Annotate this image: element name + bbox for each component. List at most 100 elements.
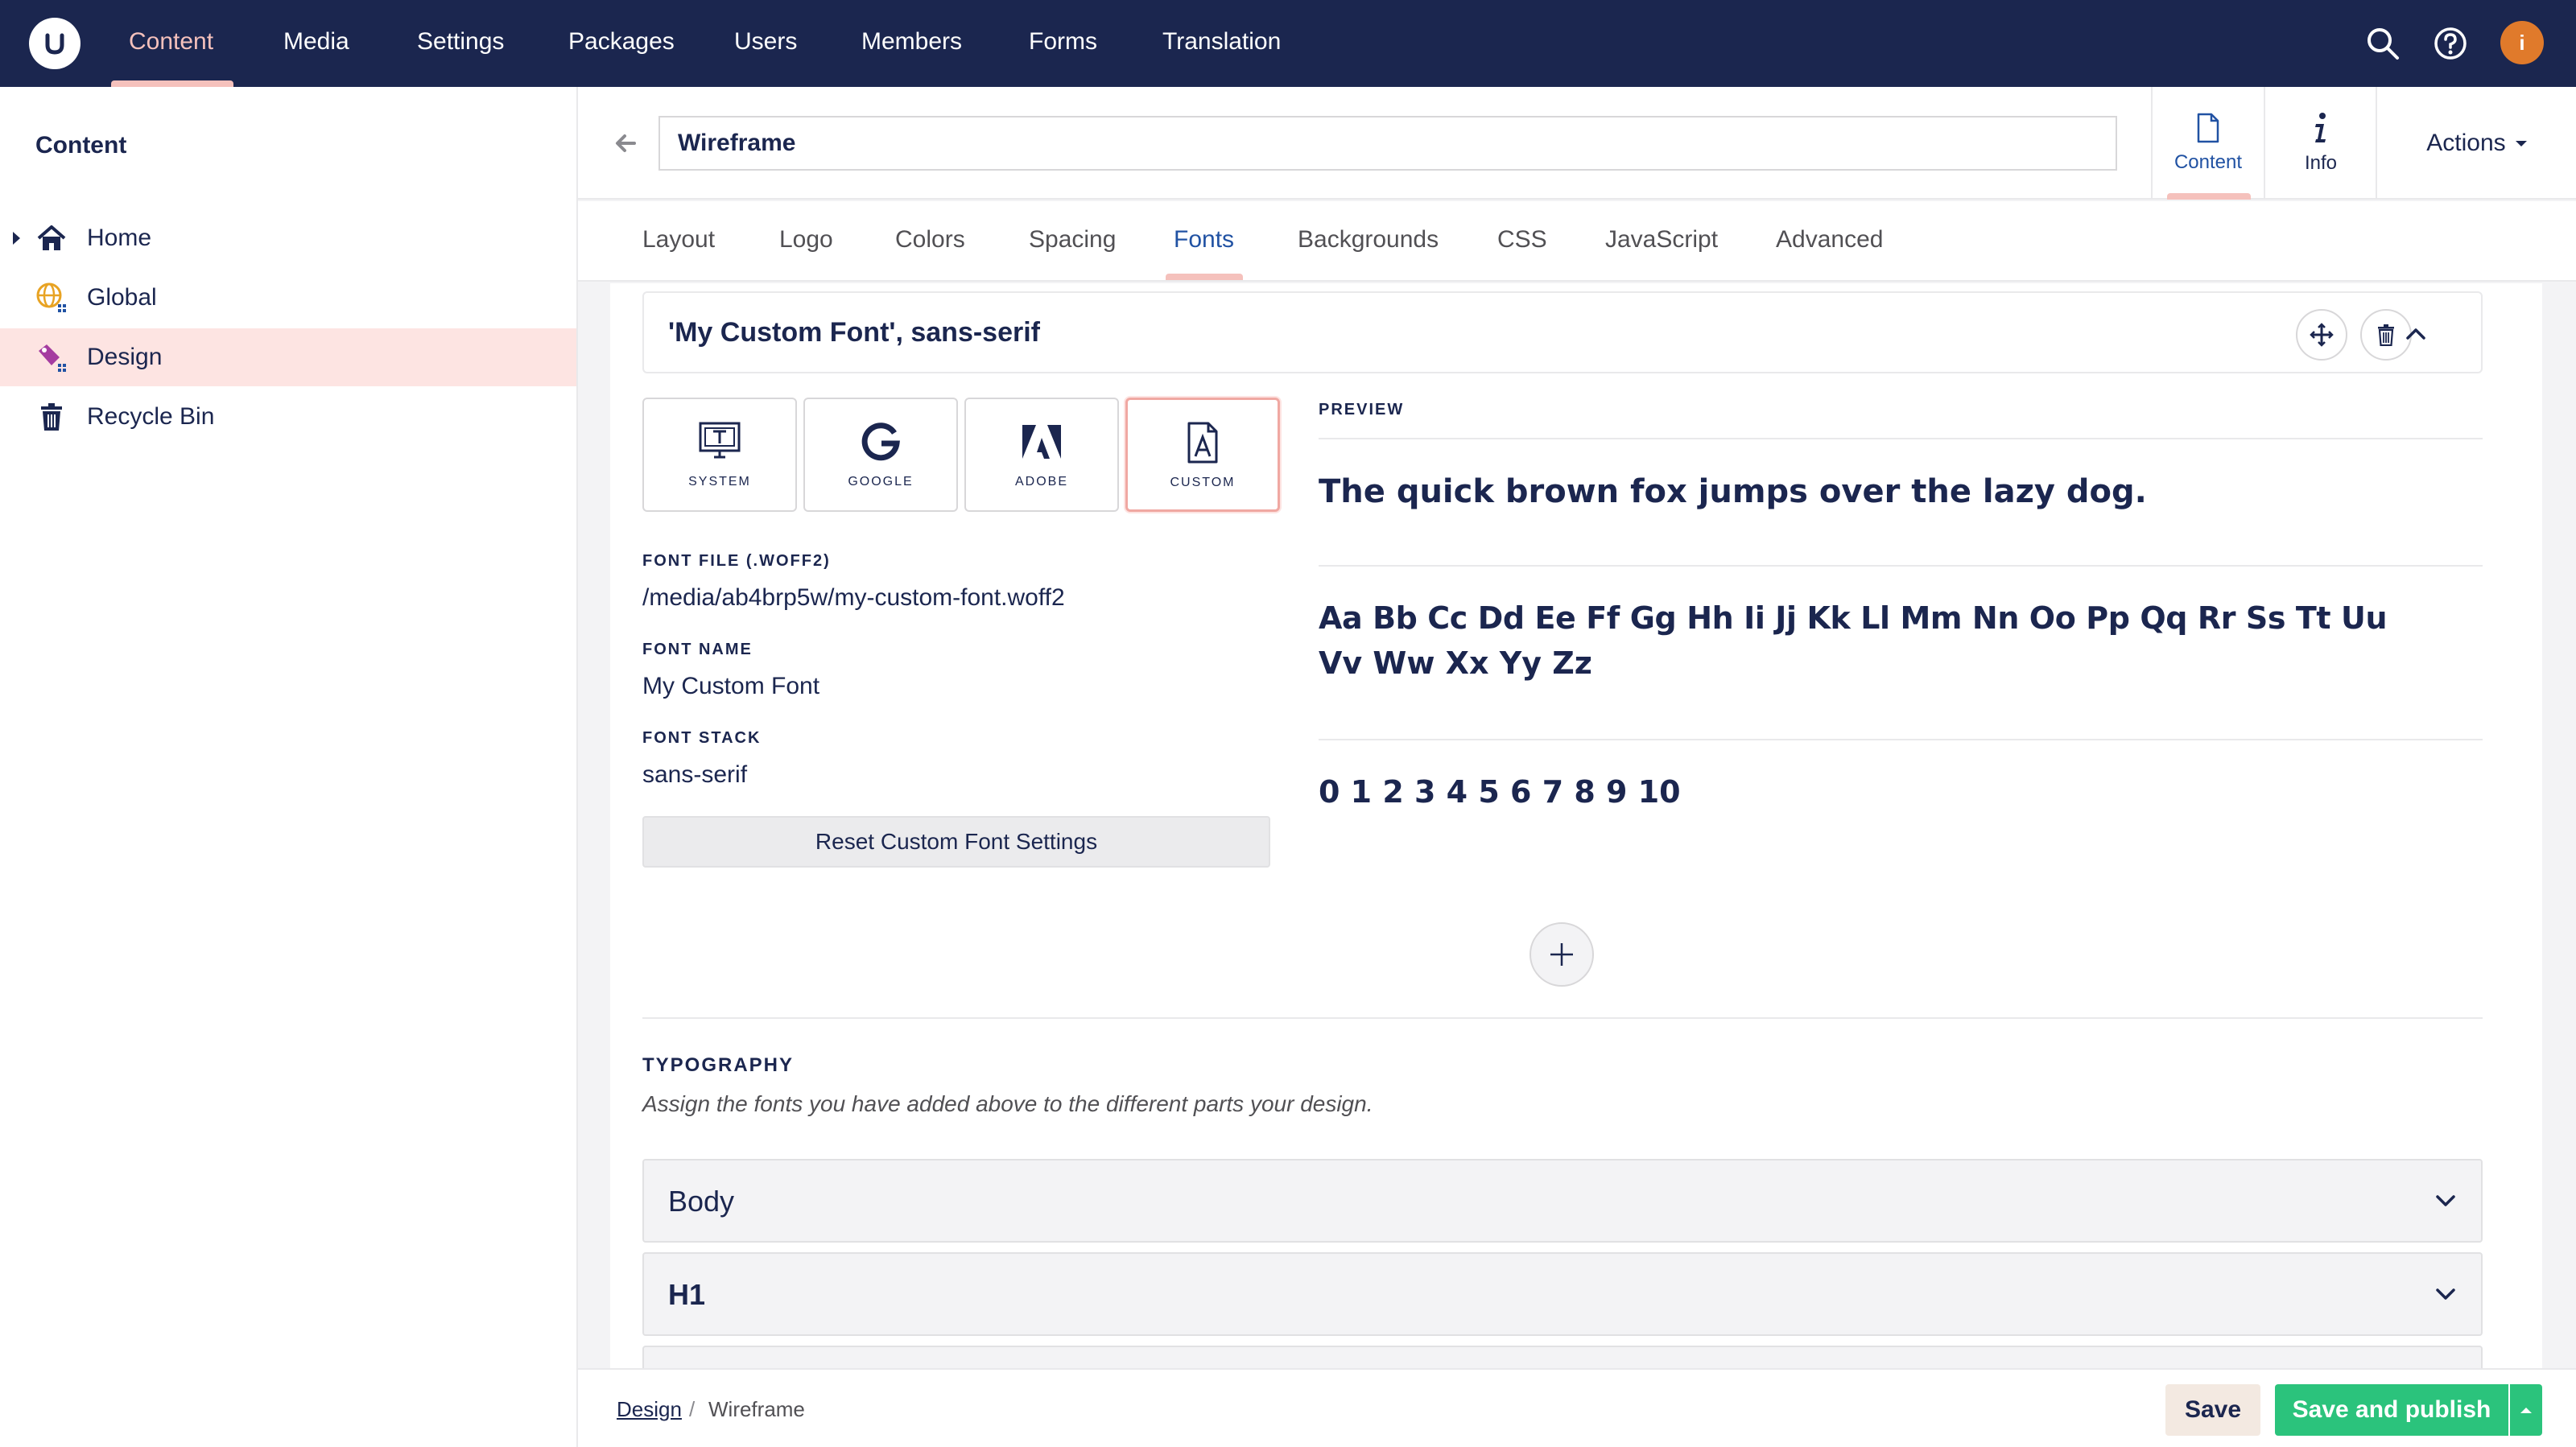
source-adobe-label: ADOBE <box>1014 475 1068 489</box>
tree-item-label: Recycle Bin <box>87 403 215 430</box>
fonts-panel: 'My Custom Font', sans-serif SYSTEM GOOG… <box>610 283 2542 1447</box>
font-stack-value[interactable]: sans-serif <box>642 761 747 789</box>
tab-backgrounds[interactable]: Backgrounds <box>1298 201 1439 280</box>
node-name-input[interactable] <box>658 116 2117 171</box>
plus-icon <box>1550 943 1573 966</box>
adobe-icon <box>1022 425 1061 459</box>
main-editor: Content Info Actions Layout Logo Colors … <box>578 87 2576 1447</box>
font-file-value[interactable]: /media/ab4brp5w/my-custom-font.woff2 <box>642 584 1065 612</box>
typography-description: Assign the fonts you have added above to… <box>642 1091 1373 1116</box>
editor-header: Content Info Actions <box>578 87 2576 200</box>
tab-colors[interactable]: Colors <box>895 201 965 280</box>
source-adobe-button[interactable]: ADOBE <box>964 398 1119 512</box>
typography-h1-accordion[interactable]: H1 <box>642 1252 2483 1336</box>
add-font-button[interactable] <box>1530 922 1594 987</box>
reset-custom-font-button[interactable]: Reset Custom Font Settings <box>642 816 1270 868</box>
info-icon <box>2315 113 2326 142</box>
design-icon <box>35 341 68 373</box>
tree-item-recycle-bin[interactable]: Recycle Bin <box>0 388 576 446</box>
umbraco-logo[interactable] <box>29 18 80 69</box>
document-icon <box>2197 113 2219 143</box>
font-name-label: FONT NAME <box>642 641 753 658</box>
source-system-button[interactable]: SYSTEM <box>642 398 797 512</box>
actions-dropdown[interactable]: Actions <box>2376 87 2576 200</box>
font-block-header[interactable]: 'My Custom Font', sans-serif <box>642 291 2483 373</box>
publish-options-caret-icon[interactable] <box>2510 1384 2542 1436</box>
preview-divider <box>1319 438 2483 439</box>
app-info-button[interactable]: Info <box>2264 87 2376 200</box>
source-google-button[interactable]: GOOGLE <box>803 398 958 512</box>
chevron-down-icon <box>2429 1278 2462 1310</box>
nav-forms[interactable]: Forms <box>1029 0 1097 87</box>
globe-icon <box>35 282 68 314</box>
accordion-label: H1 <box>668 1278 706 1311</box>
tab-advanced[interactable]: Advanced <box>1776 201 1883 280</box>
breadcrumb-separator: / <box>689 1397 696 1421</box>
accordion-label: Body <box>668 1185 735 1218</box>
preview-divider <box>1319 739 2483 740</box>
tree-item-design[interactable]: Design <box>0 328 576 386</box>
tree-item-label: Design <box>87 344 163 370</box>
sidebar-title: Content <box>35 132 127 159</box>
nav-users[interactable]: Users <box>734 0 797 87</box>
caret-down-icon <box>2515 140 2527 146</box>
nav-packages[interactable]: Packages <box>568 0 675 87</box>
move-button[interactable] <box>2296 309 2347 361</box>
actions-label: Actions <box>2426 130 2506 156</box>
design-tabs: Layout Logo Colors Spacing Fonts Backgro… <box>578 201 2576 282</box>
typography-title: TYPOGRAPHY <box>642 1054 795 1076</box>
umbraco-logo-icon <box>45 33 64 55</box>
source-custom-label: CUSTOM <box>1170 476 1236 489</box>
nav-members[interactable]: Members <box>861 0 962 87</box>
breadcrumb-current: Wireframe <box>708 1397 805 1421</box>
nav-active-indicator <box>111 80 233 87</box>
preview-sentence: The quick brown fox jumps over the lazy … <box>1319 473 2147 510</box>
tree-item-home[interactable]: Home <box>0 209 576 267</box>
save-and-publish-button[interactable]: Save and publish <box>2275 1384 2508 1436</box>
trash-icon <box>2378 324 2394 346</box>
section-divider <box>642 1017 2483 1019</box>
save-button[interactable]: Save <box>2165 1384 2260 1436</box>
monitor-icon <box>699 422 741 459</box>
preview-alphabet-line1: Aa Bb Cc Dd Ee Ff Gg Hh Ii Jj Kk Ll Mm N… <box>1319 600 2388 636</box>
font-file-label: FONT FILE (.WOFF2) <box>642 552 831 570</box>
back-arrow-icon[interactable] <box>610 127 642 159</box>
search-icon[interactable] <box>2362 23 2404 64</box>
tab-active-indicator <box>1166 274 1243 280</box>
tab-javascript[interactable]: JavaScript <box>1605 201 1718 280</box>
nav-content[interactable]: Content <box>129 0 213 87</box>
nav-media[interactable]: Media <box>283 0 349 87</box>
nav-translation[interactable]: Translation <box>1162 0 1281 87</box>
google-icon <box>861 423 900 461</box>
collapse-chevron-up-icon[interactable] <box>2396 314 2436 354</box>
preview-alphabet-line2: Vv Ww Xx Yy Zz <box>1319 645 1592 681</box>
app-content-label: Content <box>2174 151 2243 173</box>
preview-label: PREVIEW <box>1319 401 1405 418</box>
tree-item-label: Global <box>87 284 157 311</box>
tree-item-global[interactable]: Global <box>0 269 576 327</box>
help-icon[interactable] <box>2429 23 2471 64</box>
source-custom-button[interactable]: CUSTOM <box>1125 398 1280 512</box>
typography-body-accordion[interactable]: Body <box>642 1159 2483 1243</box>
font-name-value[interactable]: My Custom Font <box>642 673 819 700</box>
top-navigation: Content Media Settings Packages Users Me… <box>0 0 2576 87</box>
content-tree-sidebar: Content Home Global Design Recycle Bin <box>0 87 578 1447</box>
app-content-button[interactable]: Content <box>2151 87 2264 200</box>
app-info-label: Info <box>2304 152 2338 174</box>
font-block-title: 'My Custom Font', sans-serif <box>668 317 1041 348</box>
tab-fonts[interactable]: Fonts <box>1174 201 1234 280</box>
user-avatar[interactable]: і <box>2500 21 2544 64</box>
expand-caret-icon[interactable] <box>13 232 20 245</box>
tree-item-label: Home <box>87 225 152 251</box>
tab-spacing[interactable]: Spacing <box>1029 201 1116 280</box>
editor-footer: Design / Wireframe Save Save and publish <box>578 1368 2576 1447</box>
source-system-label: SYSTEM <box>688 475 751 489</box>
move-icon <box>2310 323 2334 347</box>
font-file-icon <box>1187 422 1218 464</box>
tab-css[interactable]: CSS <box>1497 201 1547 280</box>
tab-layout[interactable]: Layout <box>642 201 715 280</box>
nav-settings[interactable]: Settings <box>417 0 504 87</box>
breadcrumb-parent-link[interactable]: Design <box>617 1397 682 1422</box>
home-icon <box>35 222 68 254</box>
tab-logo[interactable]: Logo <box>779 201 833 280</box>
